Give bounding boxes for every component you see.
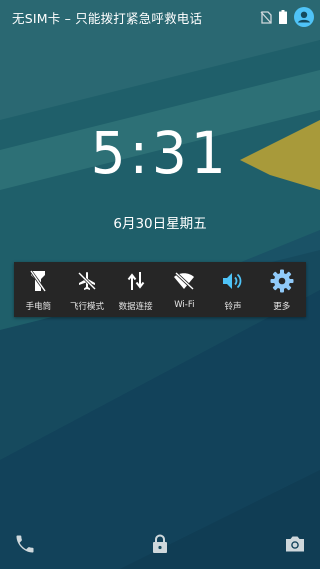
phone-icon[interactable] [9,528,41,560]
clock-time: 5:31 [90,119,230,187]
tile-ringer[interactable]: 铃声 [209,262,258,317]
tile-label: 手电筒 [25,302,52,312]
tile-label: 数据连接 [118,302,153,312]
user-avatar-icon[interactable] [294,7,314,27]
tile-wifi[interactable]: Wi-Fi [160,262,209,317]
tile-label: Wi-Fi [174,300,195,310]
flashlight-icon [25,268,51,294]
quick-settings-panel: 手电筒 飞行模式 数据连接 Wi-Fi 铃声 更多 [14,262,306,317]
settings-gear-icon [269,268,295,294]
status-bar: 无SIM卡 – 只能拨打紧急呼救电话 [0,0,320,34]
status-icons [260,7,314,27]
lockscreen-clock: 5:31 [0,118,320,188]
tile-more-settings[interactable]: 更多 [257,262,306,317]
tile-label: 铃声 [224,302,242,312]
camera-icon[interactable] [279,528,311,560]
lockscreen-date: 6月30日星期五 [113,216,207,232]
lock-icon[interactable] [144,528,176,560]
tile-flashlight[interactable]: 手电筒 [14,262,63,317]
ringer-icon [220,268,246,294]
battery-icon [279,10,287,24]
no-sim-icon [260,10,272,24]
tile-label: 飞行模式 [70,302,105,312]
data-connection-icon [123,268,149,294]
tile-airplane-mode[interactable]: 飞行模式 [63,262,112,317]
lockscreen-shortcuts [0,528,320,560]
tile-label: 更多 [273,302,291,312]
tile-data-connection[interactable]: 数据连接 [111,262,160,317]
wifi-off-icon [171,268,197,294]
airplane-mode-icon [74,268,100,294]
carrier-status-text: 无SIM卡 – 只能拨打紧急呼救电话 [12,10,203,26]
